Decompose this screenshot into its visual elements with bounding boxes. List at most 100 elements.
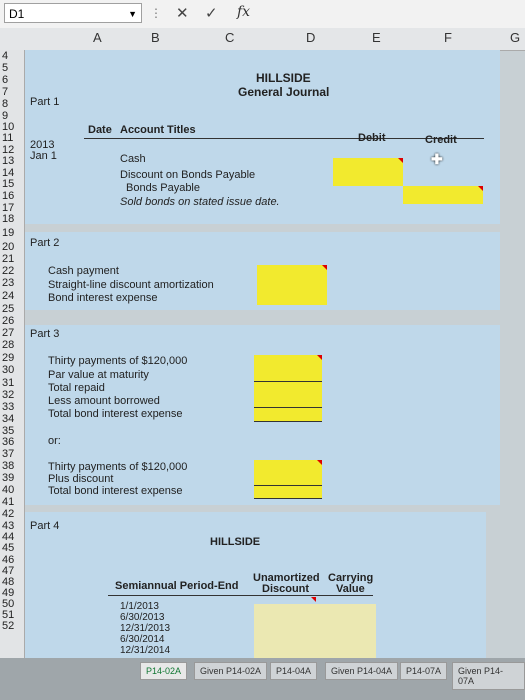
cell-reference: D1 xyxy=(9,7,25,21)
row-number[interactable]: 34 xyxy=(2,413,14,425)
chevron-down-icon[interactable]: ▼ xyxy=(128,4,137,24)
row-number[interactable]: 42 xyxy=(2,508,14,520)
column-c[interactable]: C xyxy=(225,30,234,45)
credit-header: Credit xyxy=(425,134,457,146)
column-e[interactable]: E xyxy=(372,30,381,45)
period-date: 6/30/2014 xyxy=(120,634,165,645)
part3-input-b[interactable] xyxy=(254,460,322,498)
comment-marker xyxy=(317,460,322,465)
row-number[interactable]: 45 xyxy=(2,542,14,554)
part3-input-a[interactable] xyxy=(254,355,322,421)
sheet-tabs-bar: P14-02A Given P14-02A P14-04A Given P14-… xyxy=(0,658,525,700)
row-number[interactable]: 33 xyxy=(2,401,14,413)
row-number[interactable]: 52 xyxy=(2,620,14,632)
row-number[interactable]: 13 xyxy=(2,155,14,167)
cancel-icon[interactable]: ✕ xyxy=(176,4,189,22)
more-icon: ⋮ xyxy=(150,6,162,20)
par-value-label: Par value at maturity xyxy=(48,369,149,381)
row-number[interactable]: 23 xyxy=(2,277,14,289)
value-header: Value xyxy=(336,583,365,595)
total-interest-label: Total bond interest expense xyxy=(48,408,183,420)
column-g[interactable]: G xyxy=(510,30,520,45)
column-f[interactable]: F xyxy=(444,30,452,45)
row-number[interactable]: 31 xyxy=(2,377,14,389)
payments-label: Thirty payments of $120,000 xyxy=(48,355,188,367)
column-header: A B C D E F G xyxy=(0,28,525,51)
journal-memo: Sold bonds on stated issue date. xyxy=(120,196,280,208)
discount-header: Discount xyxy=(262,583,310,595)
account-discount: Discount on Bonds Payable xyxy=(120,169,256,181)
name-box[interactable]: D1 ▼ xyxy=(4,3,142,23)
row-number[interactable]: 15 xyxy=(2,178,14,190)
row-number[interactable]: 38 xyxy=(2,460,14,472)
subtotal-line xyxy=(254,381,322,382)
row-number[interactable]: 30 xyxy=(2,364,14,376)
schedule-header-underline xyxy=(108,595,373,596)
debit-header: Debit xyxy=(358,132,386,144)
row-number[interactable]: 29 xyxy=(2,352,14,364)
row-number[interactable]: 16 xyxy=(2,190,14,202)
row-number[interactable]: 27 xyxy=(2,327,14,339)
row-number[interactable]: 8 xyxy=(2,98,8,110)
total-double-line xyxy=(254,421,322,422)
total-interest-label-alt: Total bond interest expense xyxy=(48,485,183,497)
formula-bar: D1 ▼ ⋮ ✕ ✓ fx xyxy=(0,0,525,29)
period-date: 6/30/2013 xyxy=(120,612,165,623)
row-number[interactable]: 19 xyxy=(2,227,14,239)
period-end-header: Semiannual Period-End xyxy=(115,580,239,592)
row-header: 4 5 6 7 8 9 10 11 12 13 14 15 16 17 18 1… xyxy=(0,50,25,658)
subtotal-line xyxy=(254,407,322,408)
part1-label: Part 1 xyxy=(30,96,60,108)
credit-input[interactable] xyxy=(403,186,483,204)
row-number[interactable]: 37 xyxy=(2,448,14,460)
schedule-input-area[interactable] xyxy=(254,604,376,662)
column-b[interactable]: B xyxy=(151,30,160,45)
row-number[interactable]: 25 xyxy=(2,303,14,315)
less-borrowed-label: Less amount borrowed xyxy=(48,395,160,407)
sheet-tab[interactable]: P14-07A xyxy=(400,662,448,680)
date-cell: Jan 1 xyxy=(30,150,57,162)
row-number[interactable]: 39 xyxy=(2,472,14,484)
plus-cursor-icon: ✚ xyxy=(431,151,443,167)
row-number[interactable]: 40 xyxy=(2,484,14,496)
row-number[interactable]: 6 xyxy=(2,74,8,86)
journal-title: General Journal xyxy=(238,85,330,99)
row-number[interactable]: 11 xyxy=(2,132,13,144)
row-number[interactable]: 24 xyxy=(2,290,14,302)
row-number[interactable]: 28 xyxy=(2,339,14,351)
row-number[interactable]: 4 xyxy=(2,50,8,62)
row-number[interactable]: 26 xyxy=(2,315,14,327)
column-d[interactable]: D xyxy=(306,30,315,45)
sheet-tab[interactable]: P14-02A xyxy=(140,662,188,680)
row-number[interactable]: 22 xyxy=(2,265,14,277)
period-date: 12/31/2013 xyxy=(120,623,171,634)
account-cash: Cash xyxy=(120,153,146,165)
row-number[interactable]: 21 xyxy=(2,253,14,265)
part2-input[interactable] xyxy=(257,265,327,305)
debit-input[interactable] xyxy=(333,158,403,186)
function-icon[interactable]: fx xyxy=(237,4,250,20)
row-number[interactable]: 41 xyxy=(2,496,14,508)
payments-label-alt: Thirty payments of $120,000 xyxy=(48,461,188,473)
period-date: 12/31/2014 xyxy=(120,645,171,656)
row-number[interactable]: 18 xyxy=(2,213,14,225)
row-number[interactable]: 5 xyxy=(2,62,8,74)
sheet-tab[interactable]: Given P14-02A xyxy=(194,662,268,680)
or-label: or: xyxy=(48,435,61,447)
interest-expense-label: Bond interest expense xyxy=(48,292,158,304)
column-a[interactable]: A xyxy=(93,30,102,45)
row-number[interactable]: 36 xyxy=(2,436,14,448)
account-titles-header: Account Titles xyxy=(120,124,196,136)
amortization-label: Straight-line discount amortization xyxy=(48,279,214,291)
sheet-tab[interactable]: Given P14-04A xyxy=(325,662,399,680)
row-number[interactable]: 20 xyxy=(2,241,14,253)
check-icon[interactable]: ✓ xyxy=(205,4,218,22)
row-number[interactable]: 32 xyxy=(2,389,14,401)
part3-label: Part 3 xyxy=(30,328,60,340)
row-number[interactable]: 7 xyxy=(2,86,8,98)
header-underline xyxy=(84,138,484,139)
sheet-tab[interactable]: P14-04A xyxy=(270,662,318,680)
schedule-title: HILLSIDE xyxy=(210,536,261,548)
sheet-tab[interactable]: Given P14-07A xyxy=(452,662,525,690)
company-title: HILLSIDE xyxy=(256,71,311,85)
